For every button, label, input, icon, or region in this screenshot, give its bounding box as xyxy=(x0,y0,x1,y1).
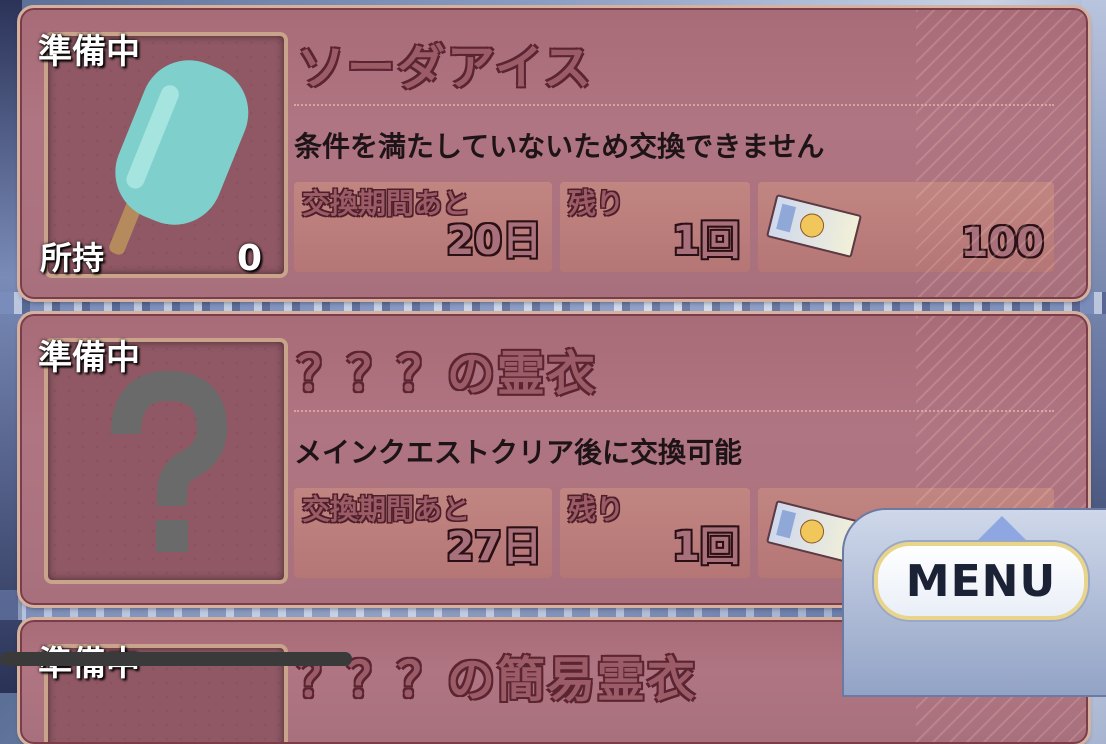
exchange-period-label: 交換期間あと xyxy=(302,493,471,526)
item-title: ？？？の簡易霊衣 xyxy=(297,652,698,708)
status-label: 準備中 xyxy=(38,32,140,72)
owned-count: 0 xyxy=(237,238,263,279)
item-description: メインクエストクリア後に交換可能 xyxy=(294,436,743,469)
exchange-item-card-soda-ice[interactable]: 準備中 所持 0 ソーダアイス 条件を満たしていないため交換できません 交換期間… xyxy=(17,5,1091,302)
chevron-up-icon[interactable] xyxy=(978,516,1026,540)
exchange-period-value: 27日 xyxy=(446,524,542,570)
exchange-period-cell: 交換期間あと 27日 xyxy=(294,488,552,578)
remaining-label: 残り xyxy=(568,187,625,220)
remaining-cell: 残り 1回 xyxy=(560,182,750,272)
exchange-period-value: 20日 xyxy=(446,218,542,264)
menu-panel: MENU xyxy=(842,508,1106,697)
item-title: ソーダアイス xyxy=(297,40,594,96)
remaining-value: 1回 xyxy=(672,218,740,264)
remaining-cell: 残り 1回 xyxy=(560,488,750,578)
divider xyxy=(294,410,1054,412)
remaining-value: 1回 xyxy=(672,524,740,570)
ticket-icon xyxy=(765,194,863,258)
item-title: ？？？の霊衣 xyxy=(297,346,598,402)
home-indicator[interactable] xyxy=(0,652,352,666)
menu-button[interactable]: MENU xyxy=(874,542,1088,620)
item-description: 条件を満たしていないため交換できません xyxy=(294,130,825,163)
cost-cell: 100 xyxy=(758,182,1054,272)
divider xyxy=(294,104,1054,106)
owned-label: 所持 xyxy=(40,239,105,277)
status-label: 準備中 xyxy=(38,338,140,378)
exchange-period-cell: 交換期間あと 20日 xyxy=(294,182,552,272)
cost-value: 100 xyxy=(960,220,1045,266)
exchange-period-label: 交換期間あと xyxy=(302,187,471,220)
remaining-label: 残り xyxy=(568,493,625,526)
